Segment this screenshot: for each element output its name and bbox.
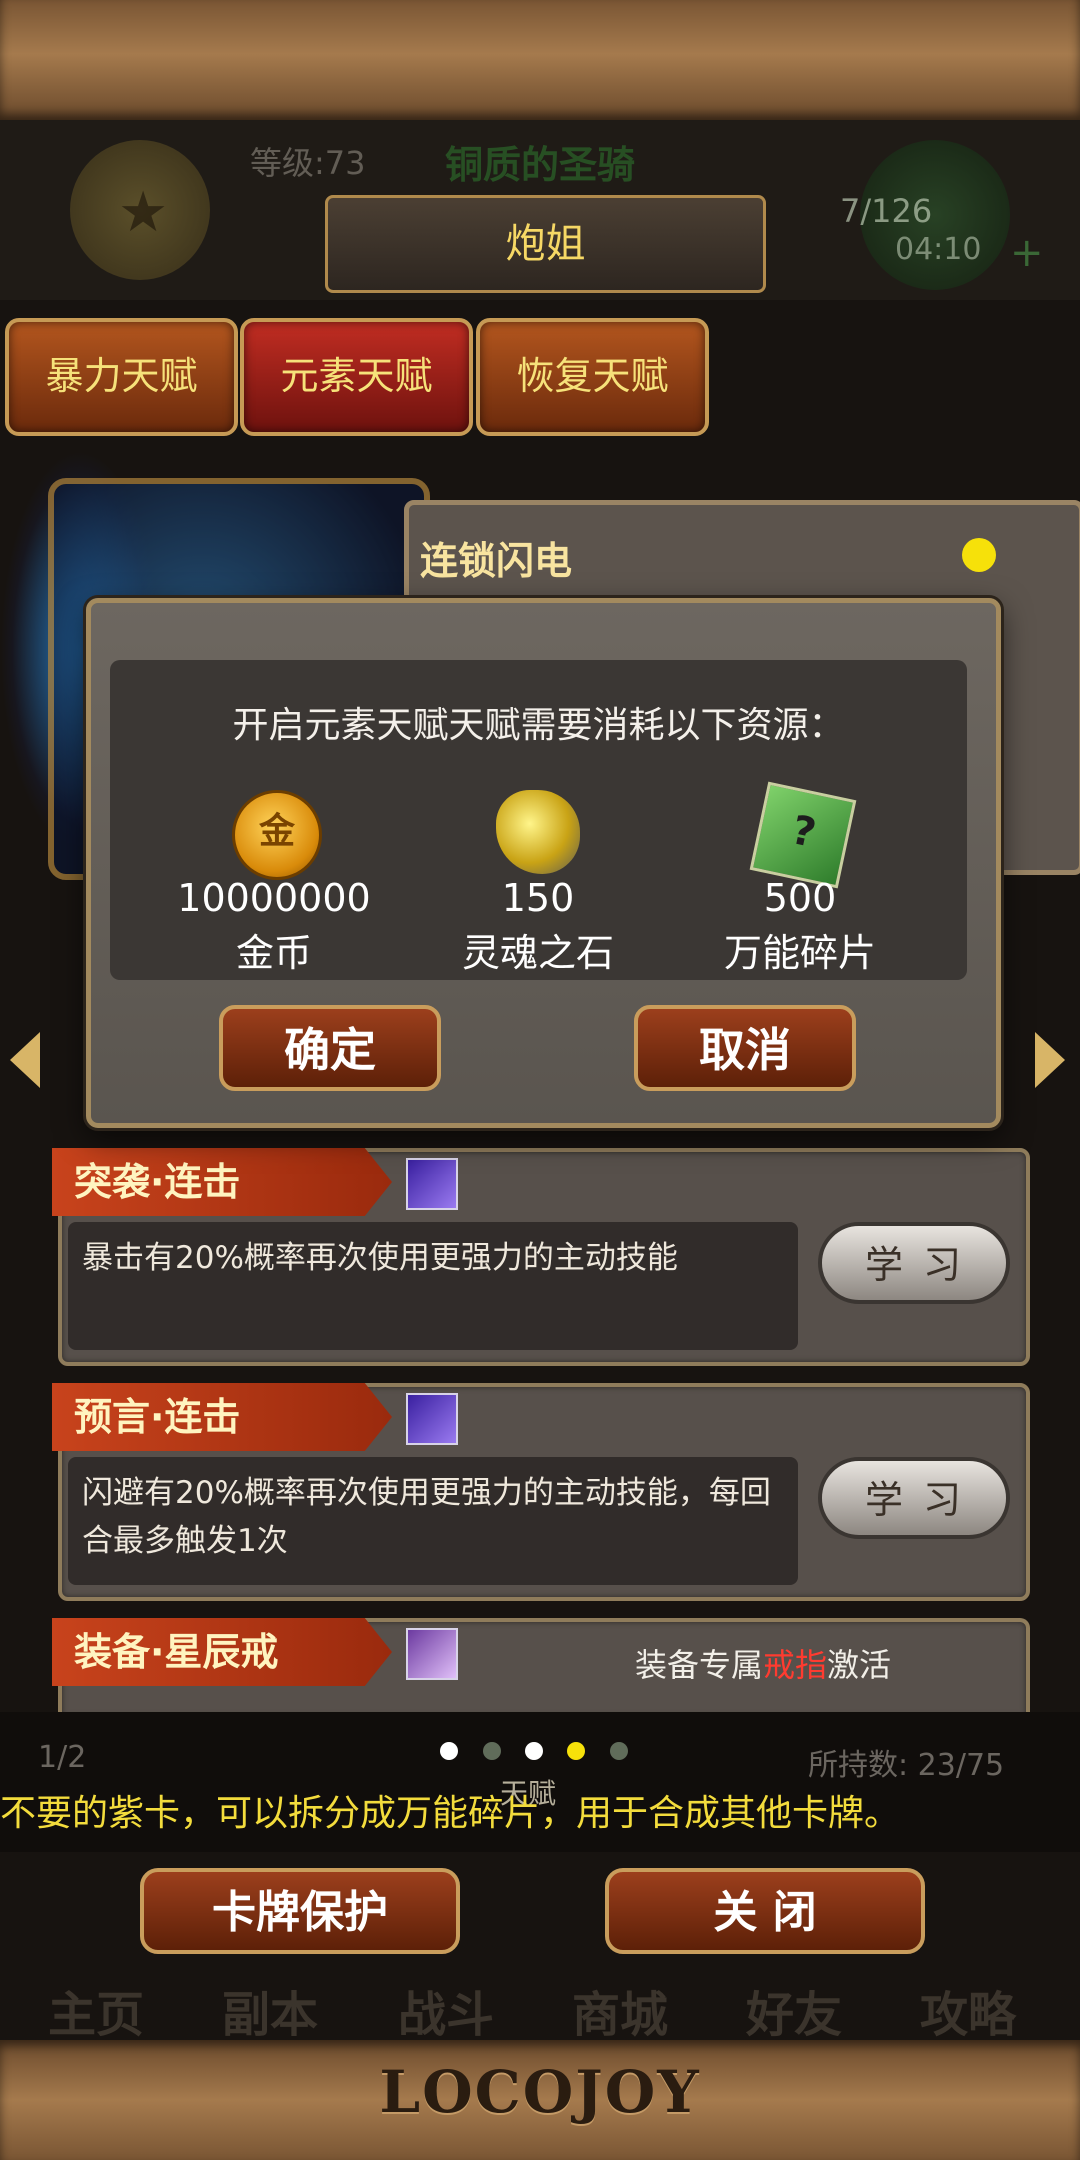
learn-button[interactable]: 学习: [818, 1457, 1010, 1539]
top-frame: [0, 0, 1080, 120]
nav-guide[interactable]: 攻略: [920, 1975, 1016, 2045]
resource-amount: 150: [501, 876, 575, 920]
page-dot[interactable]: [525, 1742, 543, 1760]
lightning-slash-icon: [406, 1393, 458, 1445]
resource-name: 灵魂之石: [461, 931, 614, 975]
page-title: 炮姐: [325, 195, 766, 293]
page-dot-active[interactable]: [567, 1742, 585, 1760]
nav-shop[interactable]: 商城: [572, 1975, 668, 2045]
nav-dungeon[interactable]: 副本: [222, 1975, 318, 2045]
learn-button[interactable]: 学习: [818, 1222, 1010, 1304]
tip-text: 不要的紫卡，可以拆分成万能碎片，用于合成其他卡牌。: [0, 1793, 901, 1834]
confirm-button[interactable]: 确定: [219, 1005, 441, 1091]
resource-amount: 10000000: [177, 876, 371, 920]
universal-shard-icon: ?: [749, 781, 857, 889]
nav-friends[interactable]: 好友: [746, 1975, 842, 2045]
skill-name: 连锁闪电: [420, 539, 573, 583]
star-icon: ★: [118, 180, 169, 245]
tab-element-talent[interactable]: 元素天赋: [240, 318, 473, 436]
resource-amount: 500: [763, 876, 837, 920]
page-counter: 1/2: [38, 1740, 87, 1775]
gold-coin-icon: 金: [232, 790, 322, 880]
page-dot[interactable]: [610, 1742, 628, 1760]
energy-timer: 04:10: [895, 232, 982, 267]
talent-title: 预言·连击: [52, 1383, 392, 1451]
dialog-message: 开启元素天赋天赋需要消耗以下资源：: [232, 705, 845, 746]
energy-count: 7/126: [840, 192, 933, 230]
cancel-button[interactable]: 取消: [634, 1005, 856, 1091]
prev-arrow-icon[interactable]: [10, 1032, 40, 1088]
page-dot[interactable]: [483, 1742, 501, 1760]
held-count: 所持数: 23/75: [808, 1748, 1005, 1783]
tab-recovery-talent[interactable]: 恢复天赋: [476, 318, 709, 436]
resource-name: 万能碎片: [723, 931, 876, 975]
page-dot[interactable]: [440, 1742, 458, 1760]
add-energy-icon[interactable]: +: [1010, 230, 1044, 276]
talent-title: 突袭·连击: [52, 1148, 392, 1216]
talent-title: 装备·星辰戒: [52, 1618, 392, 1686]
nav-battle[interactable]: 战斗: [398, 1975, 494, 2045]
next-arrow-icon[interactable]: [1035, 1032, 1065, 1088]
lightning-slash-icon: [406, 1158, 458, 1210]
skill-indicator-dot: [962, 538, 996, 572]
resource-name: 金币: [235, 931, 312, 975]
ring-wing-icon: [406, 1628, 458, 1680]
talent-description: 闪避有20%概率再次使用更强力的主动技能，每回合最多触发1次: [68, 1457, 798, 1585]
equip-note: 装备专属戒指激活: [635, 1646, 892, 1684]
nav-home[interactable]: 主页: [48, 1975, 144, 2045]
player-level: 等级:73: [250, 144, 366, 182]
close-button[interactable]: 关 闭: [605, 1868, 925, 1954]
player-title: 铜质的圣骑: [445, 143, 636, 187]
tab-violence-talent[interactable]: 暴力天赋: [5, 318, 238, 436]
talent-description: 暴击有20%概率再次使用更强力的主动技能: [68, 1222, 798, 1350]
brand-logo: LOCOJOY: [379, 2058, 701, 2126]
card-protect-button[interactable]: 卡牌保护: [140, 1868, 460, 1954]
